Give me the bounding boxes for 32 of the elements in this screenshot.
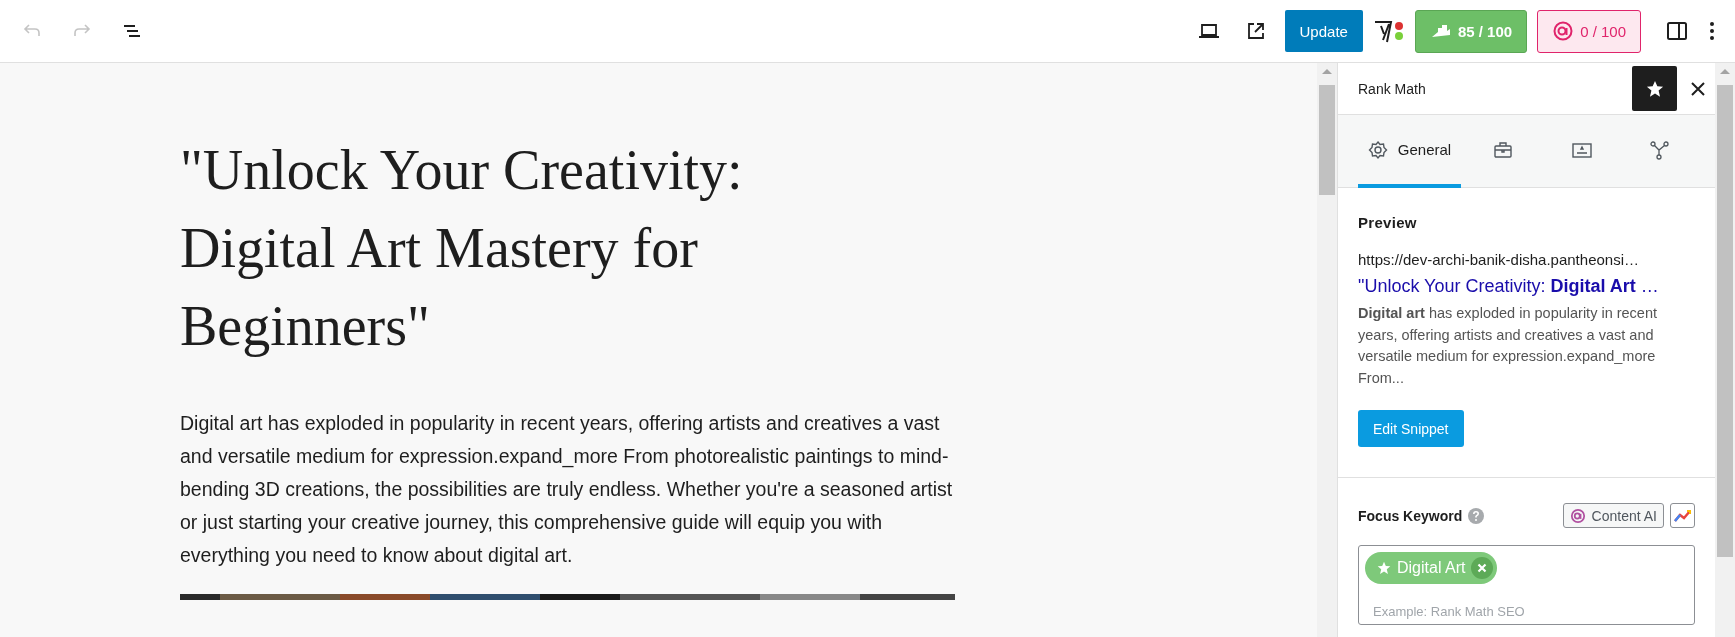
update-button[interactable]: Update	[1284, 10, 1363, 52]
content-ai-button[interactable]: Content AI	[1562, 503, 1664, 528]
scrollbar[interactable]	[1715, 63, 1735, 637]
preview-description: Digital art has exploded in popularity in recent years, offering artists and creatives a vast and versatile medium for expression.expand_more From...	[1358, 304, 1659, 388]
seo-status-icon[interactable]	[1372, 18, 1405, 44]
post-paragraph[interactable]: Digital art has exploded in popularity in recent years, offering artists and creatives a vast and versatile medium for expression.expand_more From photorealistic paintings to mind-bending 3D creations, the possibilities are truly endless. Whether you're a seasoned artist or just starting your creative journey, this comprehensive guide will equip you with everything you need to know about digital art.	[180, 407, 955, 572]
remove-icon[interactable]	[1471, 557, 1494, 579]
network-icon	[1649, 139, 1671, 160]
trend-icon	[1673, 508, 1692, 523]
preview-title: "Unlock Your Creativity: Digital Art …	[1358, 276, 1660, 297]
star-icon	[1377, 561, 1391, 575]
field-label: Focus Keyword	[1358, 507, 1463, 524]
ai-icon	[1569, 507, 1586, 524]
keyword-text: Digital Art	[1397, 559, 1466, 577]
content-ai-score-button[interactable]: 0 / 100	[1537, 9, 1641, 53]
close-icon[interactable]	[1691, 81, 1705, 96]
scrollbar[interactable]	[1317, 63, 1337, 637]
preview-url: https://dev-archi-banik-disha.pantheonsi…	[1358, 251, 1640, 268]
pin-button[interactable]	[1632, 66, 1677, 111]
trends-button[interactable]	[1670, 503, 1695, 528]
gear-icon	[1367, 139, 1390, 160]
section-heading: Preview	[1358, 214, 1418, 231]
post-title[interactable]: "Unlock Your Creativity: Digital Art Mastery for Beginners"	[180, 131, 900, 365]
more-options-icon[interactable]	[1709, 20, 1715, 42]
toolbox-icon	[1493, 139, 1515, 160]
star-icon	[1645, 79, 1664, 98]
placeholder-text: Example: Rank Math SEO	[1373, 604, 1525, 619]
sidebar-toggle-icon[interactable]	[1665, 19, 1689, 43]
panel-title: Rank Math	[1358, 80, 1427, 97]
digital-art-link[interactable]: Digital art	[180, 412, 263, 434]
help-icon[interactable]	[1468, 507, 1485, 524]
ai-icon	[1552, 20, 1575, 42]
